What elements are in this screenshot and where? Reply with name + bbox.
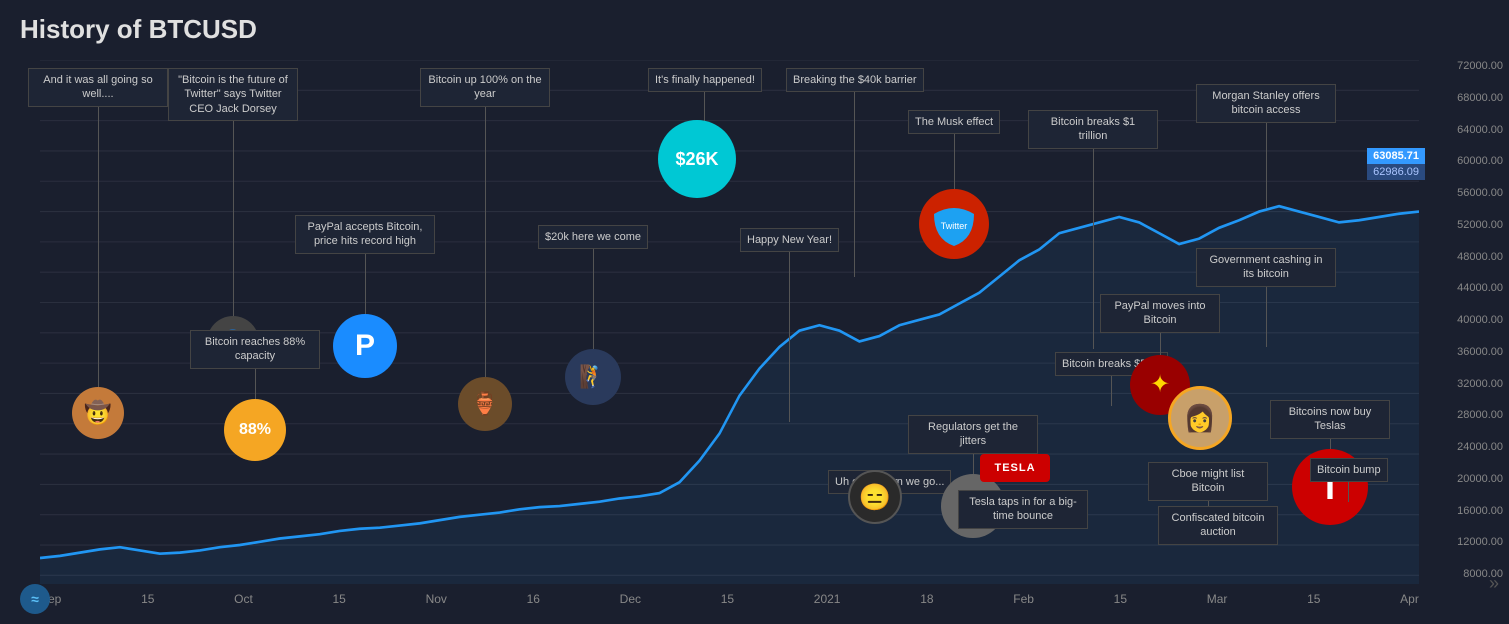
annotation-4: PayPal accepts Bitcoin, price hits recor… [295, 215, 435, 378]
prev-price: 62986.09 [1367, 164, 1425, 180]
brand-logo: ≈ [20, 584, 50, 614]
chart-container: History of BTCUSD 72000.00 68000.00 6400… [0, 0, 1509, 624]
annotation-19: Confiscated bitcoin auction [1158, 506, 1278, 545]
current-price: 63085.71 [1367, 148, 1425, 164]
sad-circle: 😑 [848, 470, 902, 524]
person-circle: 👩 [1168, 386, 1232, 450]
annotation-1: And it was all going so well.... 🤠 [28, 68, 168, 439]
tesla-logo-sm: TESLA [980, 454, 1050, 482]
annotation-6: $20k here we come 🧗 [538, 225, 648, 405]
x-axis: Sep 15 Oct 15 Nov 16 Dec 15 2021 18 Feb … [40, 592, 1419, 606]
y-axis: 72000.00 68000.00 64000.00 60000.00 5600… [1429, 60, 1509, 580]
annotation-21: Government cashing in its bitcoin [1196, 248, 1336, 347]
annotation-14: Tesla taps in for a big-time bounce [958, 490, 1088, 529]
price-badge: 63085.71 62986.09 [1367, 148, 1425, 180]
svg-text:Twitter: Twitter [941, 221, 968, 231]
annotation-12: The Musk effect Twitter [908, 110, 1000, 259]
annotation-18: Cboe might list Bitcoin [1148, 462, 1268, 511]
chart-title: History of BTCUSD [20, 14, 257, 45]
annotation-5: Bitcoin up 100% on the year 🏺 [420, 68, 550, 431]
annotation-10: Happy New Year! [740, 228, 839, 422]
annotation-20: Morgan Stanley offers bitcoin access [1196, 84, 1336, 208]
annotation-23: Bitcoin bump [1310, 458, 1388, 502]
annotation-8: $26K [658, 120, 736, 198]
nav-arrow[interactable]: » [1489, 573, 1499, 594]
annotation-2: "Bitcoin is the future of Twitter" says … [168, 68, 298, 368]
